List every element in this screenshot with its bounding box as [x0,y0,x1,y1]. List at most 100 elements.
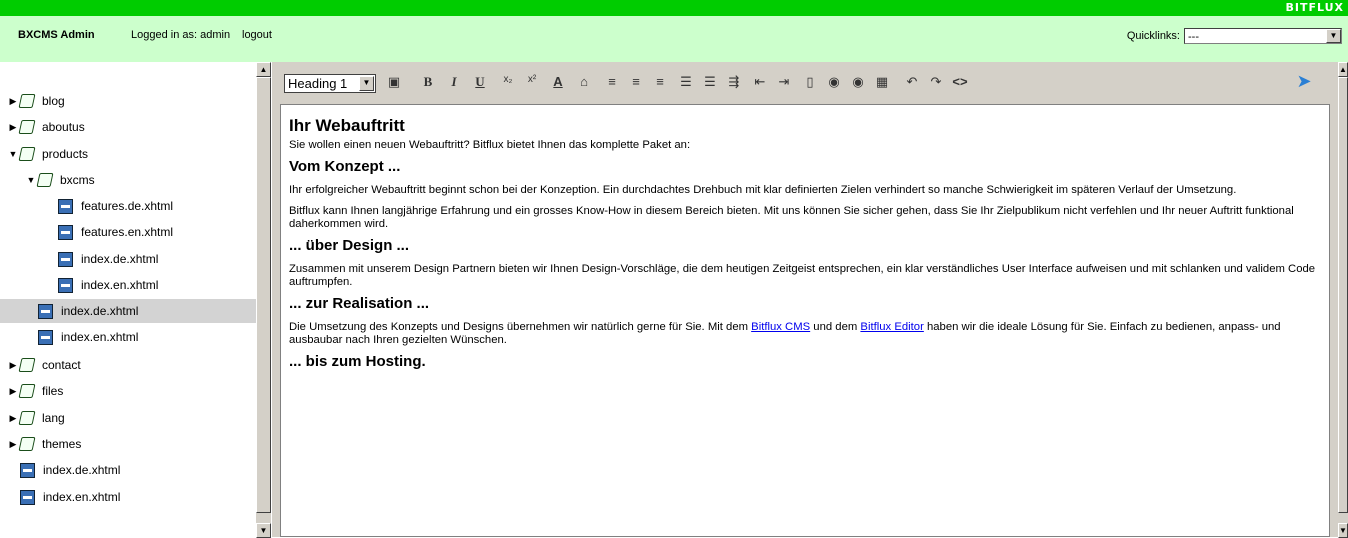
tree-label: contact [42,358,81,372]
chevron-down-icon[interactable]: ▼ [1326,29,1341,43]
subscript-icon[interactable]: x₂ [498,74,518,85]
heading-hosting[interactable]: ... bis zum Hosting. [289,354,1321,369]
tree-item-aboutus[interactable]: ▶ aboutus [8,115,85,139]
source-icon[interactable]: <> [950,74,970,89]
tree-item-file[interactable]: index.de.xhtml [20,458,120,482]
tree-item-lang[interactable]: ▶ lang [8,406,65,430]
tree-label: bxcms [60,173,95,187]
outdent2-icon[interactable]: ⇥ [774,74,794,90]
quicklinks-select[interactable]: --- ▼ [1184,28,1342,44]
tree-item-file[interactable]: features.de.xhtml [58,194,173,218]
align-left-icon[interactable]: ≡ [602,74,622,89]
intro-paragraph[interactable]: Sie wollen einen neuen Webauftritt? Bitf… [289,139,1321,152]
align-center-icon[interactable]: ≡ [626,74,646,89]
scroll-down-icon[interactable]: ▼ [1338,523,1348,538]
tree-item-products[interactable]: ▼ products [8,142,88,166]
chevron-down-icon[interactable]: ▼ [359,76,374,91]
superscript-icon[interactable]: x² [522,74,542,85]
page-icon[interactable]: ▯ [800,74,820,90]
tree-label: index.de.xhtml [43,463,121,477]
quicklinks-value: --- [1188,31,1199,43]
tree-label: files [42,384,64,398]
admin-bar: BXCMS Admin Logged in as: admin logout Q… [0,16,1348,62]
undo-icon[interactable]: ↶ [902,74,922,90]
realisation-paragraph[interactable]: Die Umsetzung des Konzepts und Designs ü… [289,321,1321,347]
expand-icon[interactable]: ▶ [8,360,18,371]
collapse-icon[interactable]: ▼ [26,175,36,185]
file-icon [58,224,73,240]
tree-item-file[interactable]: index.en.xhtml [58,273,158,297]
logged-in-text: Logged in as: admin [131,29,231,41]
site-tree: ▶ blog ▶ aboutus ▼ products ▼ bxcms features… [0,62,256,537]
tree-scrollbar[interactable]: ▲ ▼ [256,62,271,538]
expand-icon[interactable]: ▶ [8,413,18,424]
indent-icon[interactable]: ⇶ [724,74,744,90]
folder-icon [18,384,36,398]
design-paragraph[interactable]: Zusammen mit unserem Design Partnern bie… [289,263,1321,289]
italic-icon[interactable]: I [444,74,464,90]
expand-icon[interactable]: ▶ [8,96,18,107]
collapse-icon[interactable]: ▼ [8,149,18,159]
unlink-icon[interactable]: ◉ [848,74,868,90]
tree-item-files[interactable]: ▶ files [8,379,63,403]
file-icon [20,462,35,478]
tree-item-file[interactable]: index.en.xhtml [38,325,138,349]
unordered-list-icon[interactable]: ☰ [700,74,720,90]
file-icon [20,489,35,505]
editor-content[interactable]: Ihr Webauftritt Sie wollen einen neuen W… [280,104,1330,537]
bitflux-editor-link[interactable]: Bitflux Editor [860,321,923,333]
scroll-thumb[interactable] [1338,77,1348,513]
bold-icon[interactable]: B [418,74,438,90]
brand-logo: BITFLUX [1285,1,1344,14]
tree-item-bxcms[interactable]: ▼ bxcms [26,168,95,192]
quicklinks-label: Quicklinks: [1126,30,1180,42]
tree-label: index.de.xhtml [61,304,139,318]
tree-label: features.en.xhtml [81,225,174,239]
scroll-thumb[interactable] [256,77,271,513]
tree-item-file-selected[interactable]: index.de.xhtml [0,299,256,323]
logout-link[interactable]: logout [242,29,272,41]
heading-realisation[interactable]: ... zur Realisation ... [289,296,1321,311]
realisation-text-a: Die Umsetzung des Konzepts und Designs ü… [289,321,752,333]
table-icon[interactable]: ▦ [872,74,892,90]
tree-item-file[interactable]: index.de.xhtml [58,247,158,271]
redo-icon[interactable]: ↷ [926,74,946,90]
underline-icon[interactable]: U [470,74,490,90]
file-icon [58,251,73,267]
folder-icon [18,437,36,451]
tree-item-file[interactable]: features.en.xhtml [58,220,173,244]
editor-scrollbar[interactable]: ▲ ▼ [1338,62,1348,538]
editor-toolbar: Heading 1 ▼ ▣ B I U x₂ x² A ⌂ ≡ ≡ ≡ ☰ ☰ … [272,62,1338,104]
outdent-icon[interactable]: ⇤ [750,74,770,90]
tree-item-file[interactable]: index.en.xhtml [20,485,120,509]
align-right-icon[interactable]: ≡ [650,74,670,89]
realisation-text-b: und dem [810,321,861,333]
text-color-icon[interactable]: A [548,74,568,89]
heading-webauftritt[interactable]: Ihr Webauftritt [289,117,1321,134]
tree-item-blog[interactable]: ▶ blog [8,89,65,113]
scroll-up-icon[interactable]: ▲ [256,62,271,77]
block-format-select[interactable]: Heading 1 ▼ [284,74,376,93]
tree-item-contact[interactable]: ▶ contact [8,353,81,377]
top-bar: BITFLUX [0,0,1348,16]
save-icon[interactable]: ▣ [384,74,404,90]
expand-icon[interactable]: ▶ [8,122,18,133]
tree-label: products [42,147,89,161]
tree-label: lang [42,411,65,425]
konzept-paragraph-2[interactable]: Bitflux kann Ihnen langjährige Erfahrung… [289,205,1321,231]
highlight-icon[interactable]: ⌂ [574,74,594,89]
konzept-paragraph-1[interactable]: Ihr erfolgreicher Webauftritt beginnt sc… [289,184,1321,197]
heading-design[interactable]: ... über Design ... [289,238,1321,253]
tree-item-themes[interactable]: ▶ themes [8,432,81,456]
ordered-list-icon[interactable]: ☰ [676,74,696,90]
heading-konzept[interactable]: Vom Konzept ... [289,159,1321,174]
file-icon [58,198,73,214]
scroll-down-icon[interactable]: ▼ [256,523,271,538]
scroll-up-icon[interactable]: ▲ [1338,62,1348,77]
bitflux-cms-link[interactable]: Bitflux CMS [751,321,810,333]
link-icon[interactable]: ◉ [824,74,844,90]
bitflux-editor-logo-icon: ➤ [1296,71,1312,91]
expand-icon[interactable]: ▶ [8,386,18,397]
expand-icon[interactable]: ▶ [8,439,18,450]
folder-icon [36,173,54,187]
